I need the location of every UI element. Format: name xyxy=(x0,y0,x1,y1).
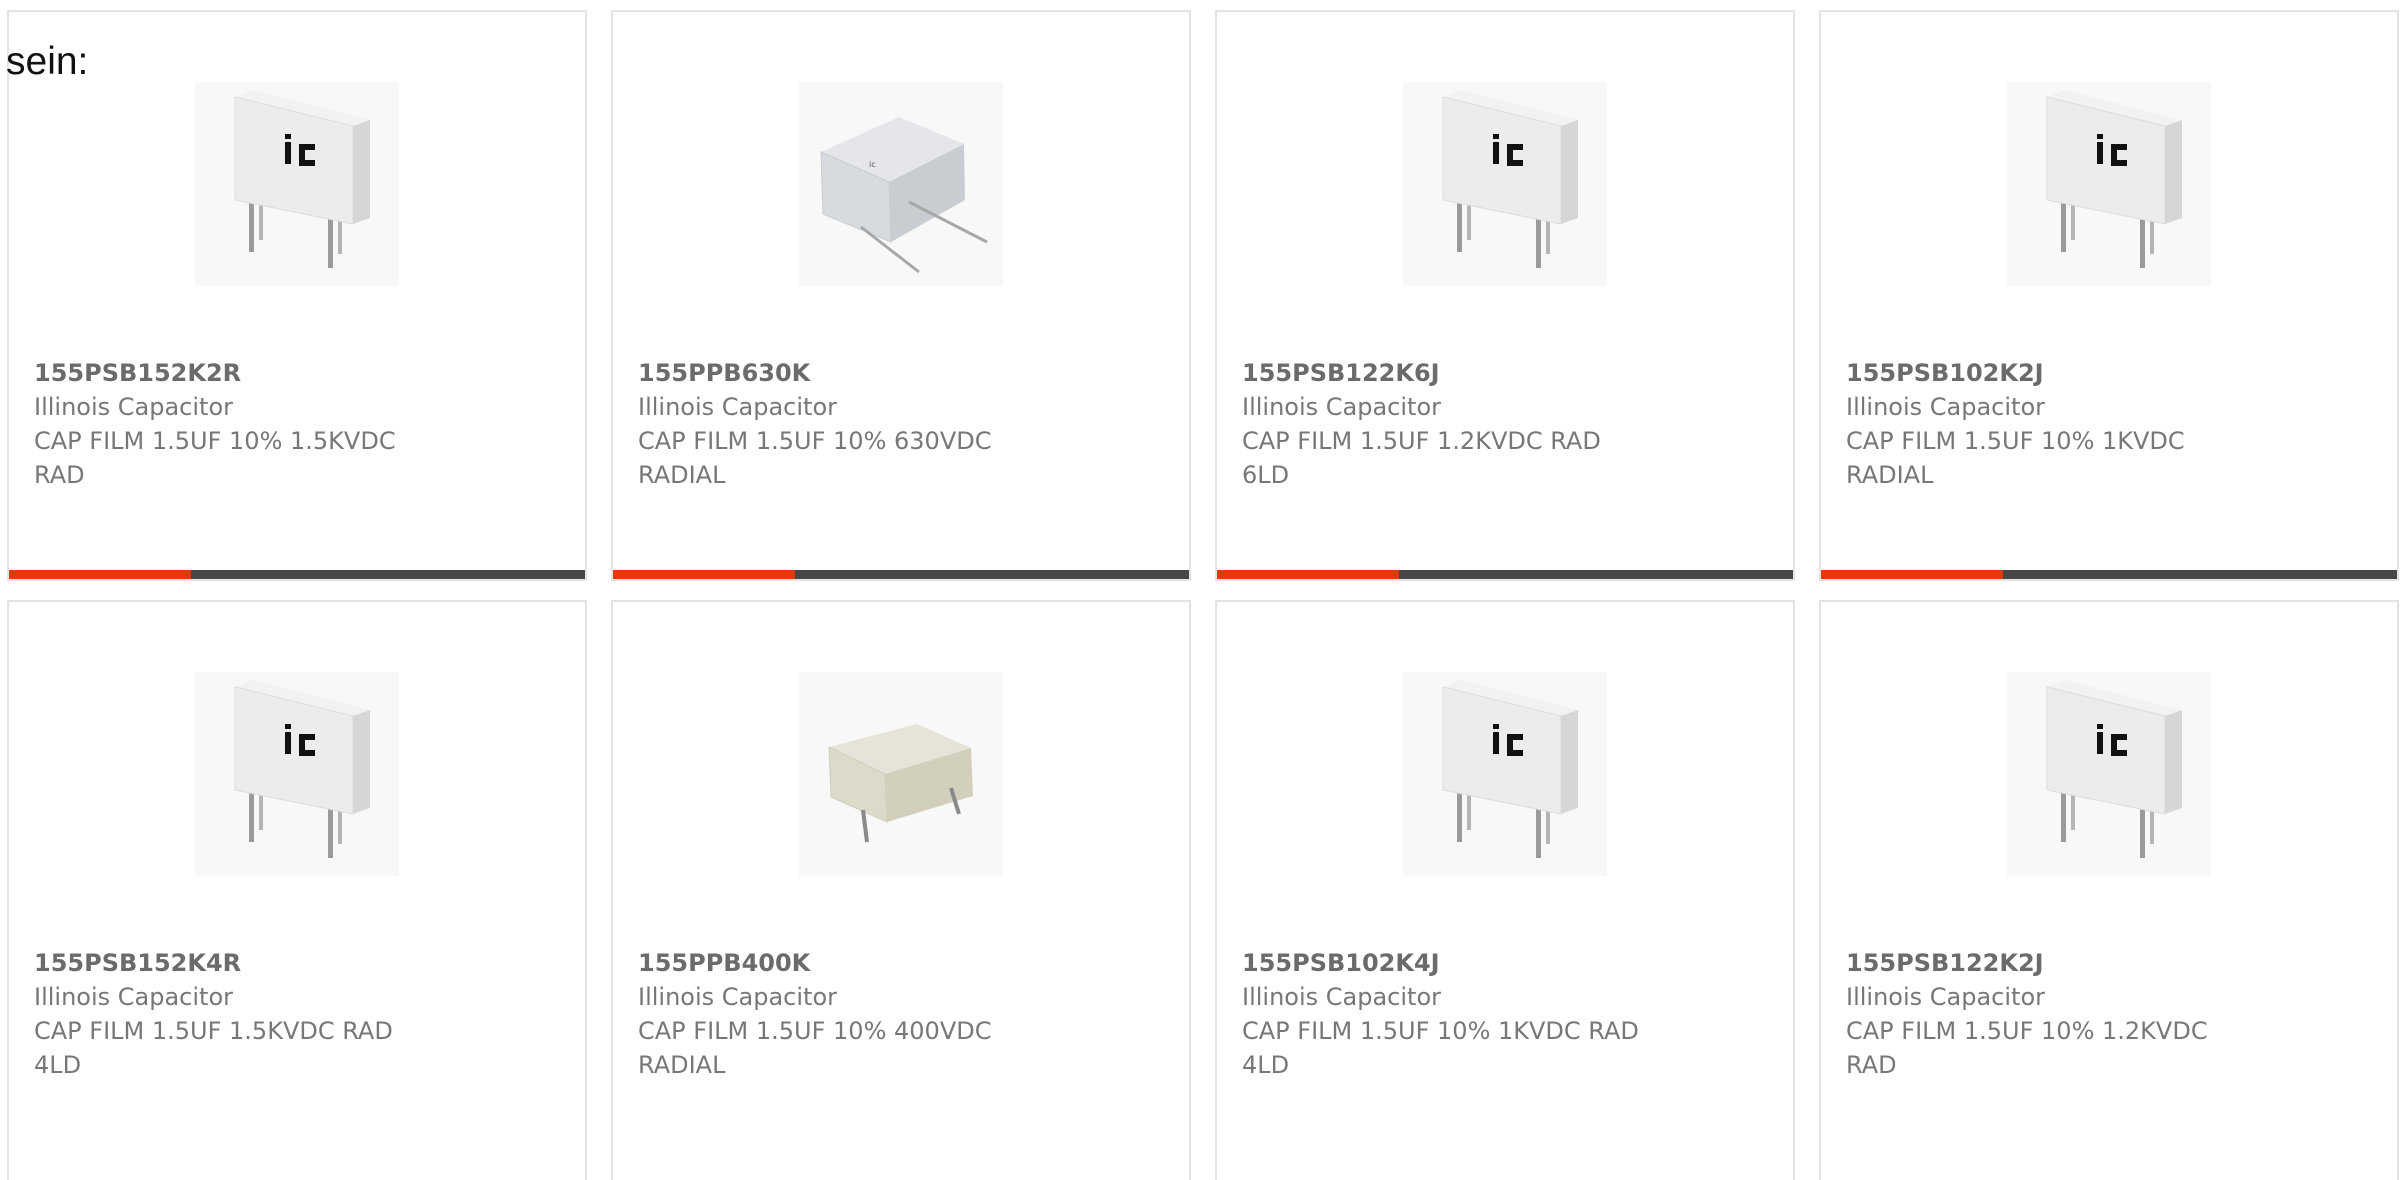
manufacturer: Illinois Capacitor xyxy=(1846,393,2046,421)
part-number[interactable]: 155PSB102K4J xyxy=(1242,946,1762,980)
card-accent-bar xyxy=(1821,570,2003,579)
product-description: CAP FILM 1.5UF 10% 400VDC RADIAL xyxy=(638,1017,992,1079)
grey-box-film-capacitor-image xyxy=(819,115,989,274)
product-image[interactable] xyxy=(1403,82,1607,286)
product-description: CAP FILM 1.5UF 10% 1KVDC RAD 4LD xyxy=(1242,1017,1639,1079)
product-card[interactable]: 155PSB102K2J Illinois Capacitor CAP FILM… xyxy=(1819,10,2399,581)
card-footer-bar xyxy=(613,570,1189,579)
product-image[interactable] xyxy=(2007,82,2211,286)
ic-box-film-capacitor-image xyxy=(234,679,371,859)
part-number[interactable]: 155PSB152K4R xyxy=(34,946,554,980)
part-number[interactable]: 155PSB122K6J xyxy=(1242,356,1762,390)
ic-box-film-capacitor-image xyxy=(1442,89,1579,269)
page-label: sein: xyxy=(6,40,89,83)
beige-box-film-capacitor-image xyxy=(827,722,975,844)
product-description: CAP FILM 1.5UF 10% 1.5KVDC RAD xyxy=(34,427,396,489)
manufacturer: Illinois Capacitor xyxy=(1846,983,2046,1011)
product-description: CAP FILM 1.5UF 1.5KVDC RAD 4LD xyxy=(34,1017,393,1079)
product-description: CAP FILM 1.5UF 10% 1KVDC RADIAL xyxy=(1846,427,2185,489)
product-image[interactable] xyxy=(2007,672,2211,876)
part-number[interactable]: 155PPB630K xyxy=(638,356,1158,390)
card-accent-bar xyxy=(1217,570,1399,579)
card-accent-bar xyxy=(9,570,191,579)
manufacturer: Illinois Capacitor xyxy=(638,393,838,421)
ic-box-film-capacitor-image xyxy=(2046,89,2183,269)
card-accent-bar xyxy=(613,570,795,579)
card-footer-bar xyxy=(9,570,585,579)
product-image[interactable] xyxy=(195,672,399,876)
product-description: CAP FILM 1.5UF 10% 1.2KVDC RAD xyxy=(1846,1017,2208,1079)
part-number[interactable]: 155PSB102K2J xyxy=(1846,356,2366,390)
ic-box-film-capacitor-image xyxy=(234,89,371,269)
product-card[interactable]: 155PSB102K4J Illinois Capacitor CAP FILM… xyxy=(1215,600,1795,1180)
part-number[interactable]: 155PSB122K2J xyxy=(1846,946,2366,980)
ic-box-film-capacitor-image xyxy=(2046,679,2183,859)
ic-box-film-capacitor-image xyxy=(1442,679,1579,859)
card-footer-bar xyxy=(1217,570,1793,579)
product-card[interactable]: 155PSB152K2R Illinois Capacitor CAP FILM… xyxy=(7,10,587,581)
product-image[interactable] xyxy=(799,82,1003,286)
product-card[interactable]: 155PSB122K6J Illinois Capacitor CAP FILM… xyxy=(1215,10,1795,581)
product-card[interactable]: 155PSB152K4R Illinois Capacitor CAP FILM… xyxy=(7,600,587,1180)
product-card[interactable]: 155PPB400K Illinois Capacitor CAP FILM 1… xyxy=(611,600,1191,1180)
card-footer-bar xyxy=(1821,570,2397,579)
part-number[interactable]: 155PPB400K xyxy=(638,946,1158,980)
product-card[interactable]: 155PPB630K Illinois Capacitor CAP FILM 1… xyxy=(611,10,1191,581)
manufacturer: Illinois Capacitor xyxy=(34,393,234,421)
product-image[interactable] xyxy=(195,82,399,286)
product-description: CAP FILM 1.5UF 1.2KVDC RAD 6LD xyxy=(1242,427,1601,489)
product-image[interactable] xyxy=(799,672,1003,876)
part-number[interactable]: 155PSB152K2R xyxy=(34,356,554,390)
manufacturer: Illinois Capacitor xyxy=(1242,983,1442,1011)
product-grid: ic 155PSB152K2R Illinois Capacitor CAP F… xyxy=(0,0,2400,1180)
product-card[interactable]: 155PSB122K2J Illinois Capacitor CAP FILM… xyxy=(1819,600,2399,1180)
manufacturer: Illinois Capacitor xyxy=(1242,393,1442,421)
manufacturer: Illinois Capacitor xyxy=(34,983,234,1011)
product-description: CAP FILM 1.5UF 10% 630VDC RADIAL xyxy=(638,427,992,489)
manufacturer: Illinois Capacitor xyxy=(638,983,838,1011)
product-image[interactable] xyxy=(1403,672,1607,876)
